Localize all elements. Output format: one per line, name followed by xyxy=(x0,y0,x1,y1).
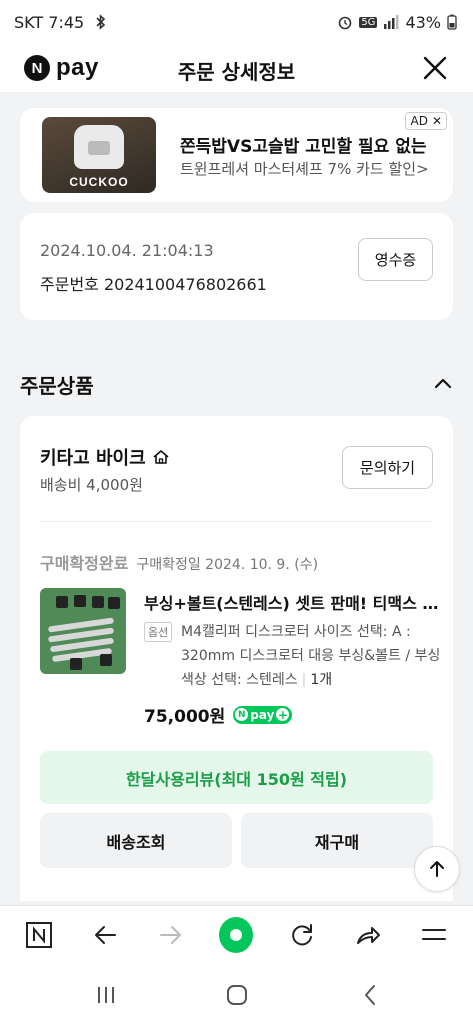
arrow-left-icon xyxy=(95,926,116,944)
divider xyxy=(40,521,433,522)
back-button[interactable] xyxy=(88,918,122,952)
ad-close-icon[interactable]: ✕ xyxy=(432,114,442,128)
order-number: 주문번호 2024100476802661 xyxy=(40,275,267,294)
scroll-top-button[interactable] xyxy=(414,846,460,892)
pay-badge-label: pay xyxy=(250,707,275,722)
ad-image: CUCKOO xyxy=(42,117,156,193)
recent-apps-icon xyxy=(98,987,114,1003)
order-info-card: 2024.10.04. 21:04:13 주문번호 20241004768026… xyxy=(20,213,453,320)
ad-label: AD xyxy=(410,114,428,128)
page-title: 주문 상세정보 xyxy=(177,60,296,84)
hamburger-menu-icon xyxy=(422,929,446,940)
seller-name-link[interactable]: 키타고 바이크 xyxy=(40,444,170,470)
nut-shape xyxy=(100,654,112,666)
order-datetime: 2024.10.04. 21:04:13 xyxy=(40,241,214,260)
ad-banner[interactable]: CUCKOO AD ✕ 쫀득밥VS고슬밥 고민할 필요 없는 트윈프레셔 마스터… xyxy=(20,108,453,202)
forward-button[interactable] xyxy=(154,918,188,952)
home-button[interactable] xyxy=(225,983,249,1007)
status-badge: 구매확정완료 xyxy=(40,554,129,573)
green-dot-icon xyxy=(219,917,253,953)
naver-n-icon xyxy=(26,922,52,948)
product-name[interactable]: 부싱+볼트(스텐레스) 셋트 판매! 티맥스 캘리퍼 xyxy=(144,590,439,614)
product-price-row: 75,000원 N pay + xyxy=(144,702,293,727)
arrow-right-icon xyxy=(160,926,181,944)
nut-shape xyxy=(70,658,82,670)
shipping-fee: 배송비 4,000원 xyxy=(40,476,143,494)
green-dot-button[interactable] xyxy=(219,917,253,953)
review-button[interactable]: 한달사용리뷰(최대 150원 적립) xyxy=(40,751,433,804)
confirm-date: 구매확정일 2024. 10. 9. (수) xyxy=(136,557,319,573)
share-button[interactable] xyxy=(351,918,385,952)
purchase-status: 구매확정완료 구매확정일 2024. 10. 9. (수) xyxy=(40,550,318,574)
product-image[interactable] xyxy=(40,588,126,674)
refresh-button[interactable] xyxy=(285,918,319,952)
close-button[interactable] xyxy=(421,54,449,82)
ad-badge[interactable]: AD ✕ xyxy=(405,112,447,130)
share-arrow-icon xyxy=(357,927,380,944)
menu-button[interactable] xyxy=(417,918,451,952)
recent-apps-button[interactable] xyxy=(94,983,118,1007)
ad-title: 쫀득밥VS고슬밥 고민할 필요 없는 xyxy=(180,137,427,157)
collapse-button[interactable] xyxy=(433,373,453,393)
network-badge: 5G xyxy=(359,16,378,28)
chevron-left-icon xyxy=(365,985,375,1005)
nut-shape xyxy=(108,597,120,609)
battery-level: 43% xyxy=(405,12,441,32)
rebuy-button[interactable]: 재구매 xyxy=(241,813,433,868)
store-home-icon xyxy=(153,450,169,464)
browser-toolbar xyxy=(0,905,473,965)
signal-icon xyxy=(383,15,399,29)
n-logo-icon: N xyxy=(235,708,249,721)
npay-plus-badge: N pay + xyxy=(233,705,293,724)
bluetooth-icon xyxy=(94,14,108,30)
carrier-time: SKT 7:45 xyxy=(14,12,85,32)
seller-name: 키타고 바이크 xyxy=(40,448,146,469)
battery-icon xyxy=(447,14,457,30)
naver-home-button[interactable] xyxy=(22,918,56,952)
ad-image-brand: CUCKOO xyxy=(69,175,129,189)
arrow-up-icon xyxy=(430,861,444,877)
ad-subtitle[interactable]: 트윈프레셔 마스터셰프 7% 카드 할인> xyxy=(180,158,429,179)
option-tag: 옵션 xyxy=(144,622,173,642)
plus-icon: + xyxy=(276,707,290,722)
track-shipping-button[interactable]: 배송조회 xyxy=(40,813,232,868)
product-card: 키타고 바이크 배송비 4,000원 문의하기 구매확정완료 구매확정일 202… xyxy=(20,416,453,901)
receipt-button[interactable]: 영수증 xyxy=(358,238,433,281)
refresh-icon xyxy=(292,924,312,946)
system-nav-bar xyxy=(0,965,473,1024)
alarm-icon xyxy=(337,14,353,30)
nut-shape xyxy=(74,595,86,607)
app-bar: N pay 주문 상세정보 xyxy=(0,44,473,92)
back-nav-button[interactable] xyxy=(359,983,383,1007)
status-bar: SKT 7:45 5G 43% xyxy=(0,0,473,44)
quantity: 1개 xyxy=(310,672,333,688)
rice-cooker-image xyxy=(74,125,124,169)
nut-shape xyxy=(56,596,68,608)
option-text: M4캘리퍼 디스크로터 사이즈 선택: A : 320mm 디스크로터 대응 부… xyxy=(181,624,441,688)
section-title: 주문상품 xyxy=(20,374,94,398)
close-icon xyxy=(423,56,447,80)
nut-shape xyxy=(92,596,104,608)
product-price: 75,000원 xyxy=(144,707,226,727)
inquiry-button[interactable]: 문의하기 xyxy=(342,446,433,489)
chevron-up-icon xyxy=(434,378,452,389)
home-icon xyxy=(227,985,247,1005)
